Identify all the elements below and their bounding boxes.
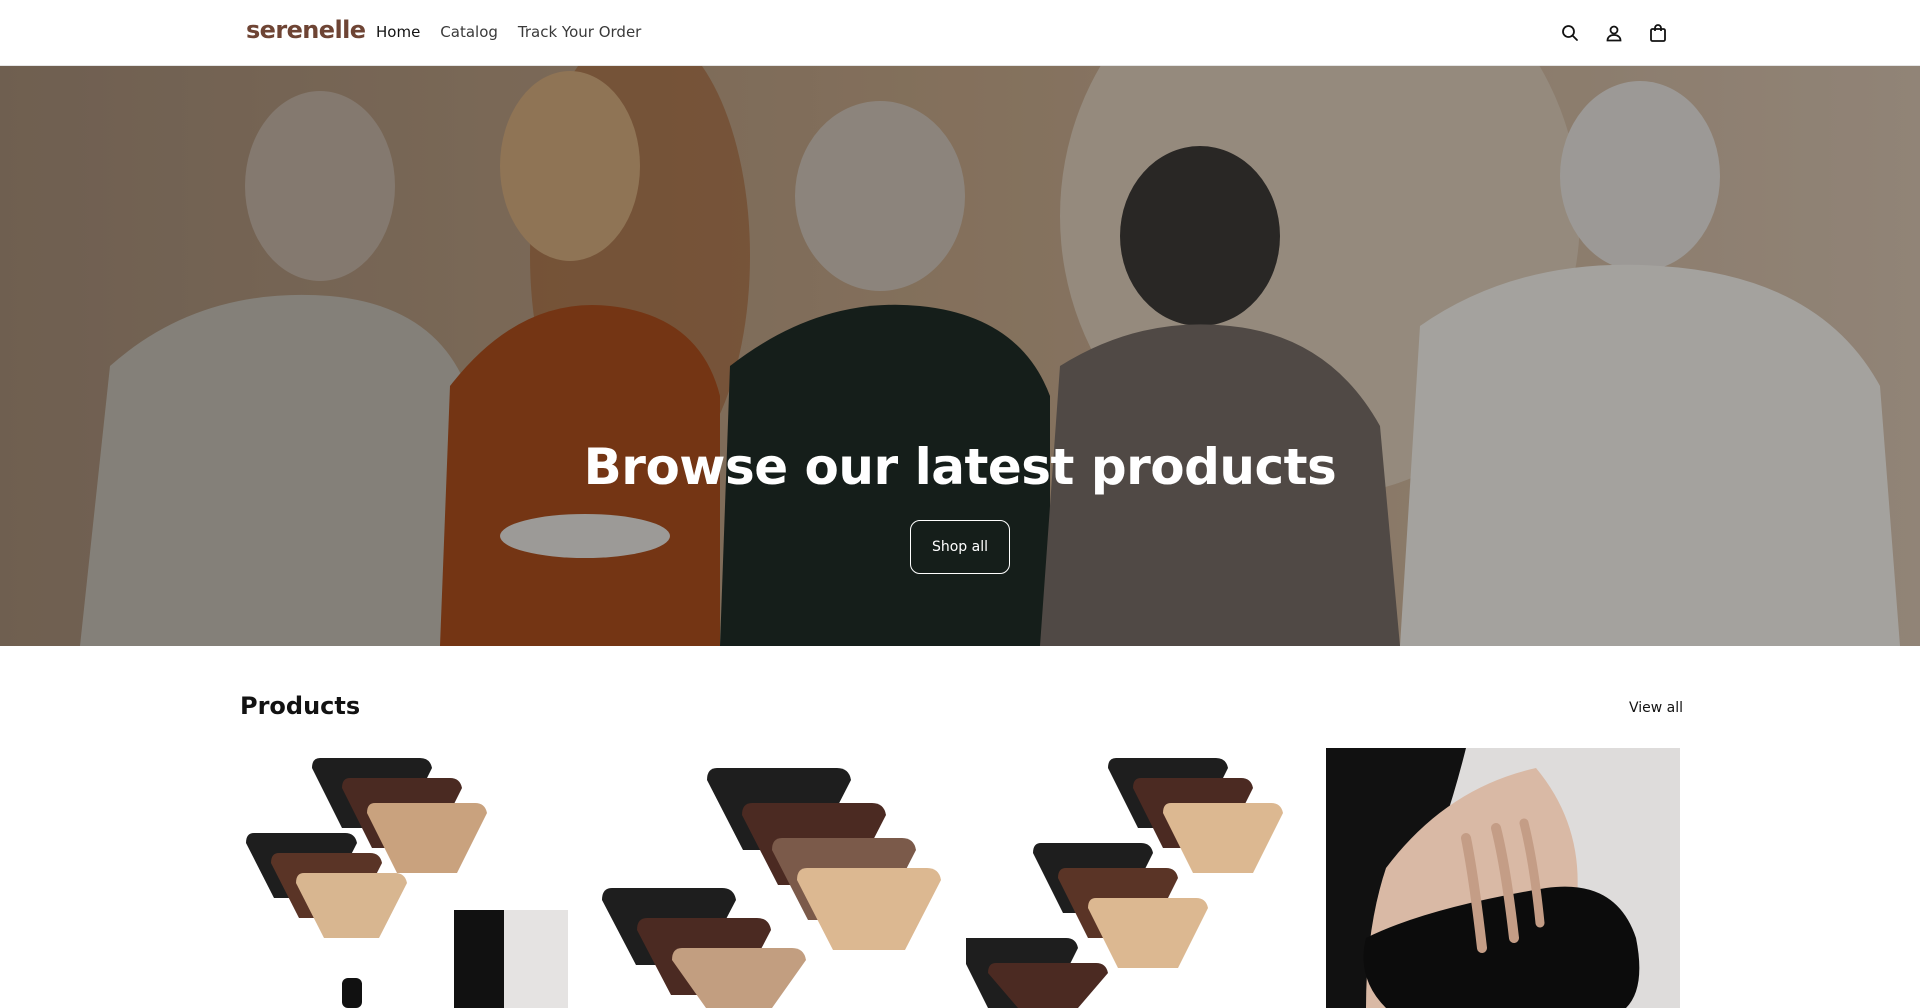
- product-image: [1326, 748, 1680, 1008]
- product-card[interactable]: [1326, 748, 1680, 1008]
- products-heading: Products: [240, 692, 361, 720]
- header-icons: [1558, 21, 1670, 45]
- product-card[interactable]: [966, 748, 1320, 1008]
- product-card[interactable]: [602, 748, 956, 1008]
- shop-all-button[interactable]: Shop all: [910, 520, 1010, 574]
- main-nav: Home Catalog Track Your Order: [376, 23, 661, 41]
- site-logo[interactable]: serenelle: [246, 16, 366, 44]
- product-image: [240, 748, 594, 1008]
- product-image: [602, 748, 956, 1008]
- search-icon[interactable]: [1558, 21, 1582, 45]
- hero-banner: Browse our latest products Shop all: [0, 66, 1920, 646]
- nav-catalog[interactable]: Catalog: [440, 23, 498, 41]
- product-image: [966, 748, 1320, 1008]
- product-card[interactable]: [240, 748, 594, 1008]
- product-grid: [240, 748, 1680, 1008]
- view-all-link[interactable]: View all: [1629, 700, 1683, 716]
- site-header: serenelle Home Catalog Track Your Order: [0, 0, 1920, 66]
- hero-title: Browse our latest products: [583, 438, 1337, 496]
- cart-icon[interactable]: [1646, 21, 1670, 45]
- nav-home[interactable]: Home: [376, 23, 420, 41]
- nav-track-order[interactable]: Track Your Order: [518, 23, 641, 41]
- account-icon[interactable]: [1602, 21, 1626, 45]
